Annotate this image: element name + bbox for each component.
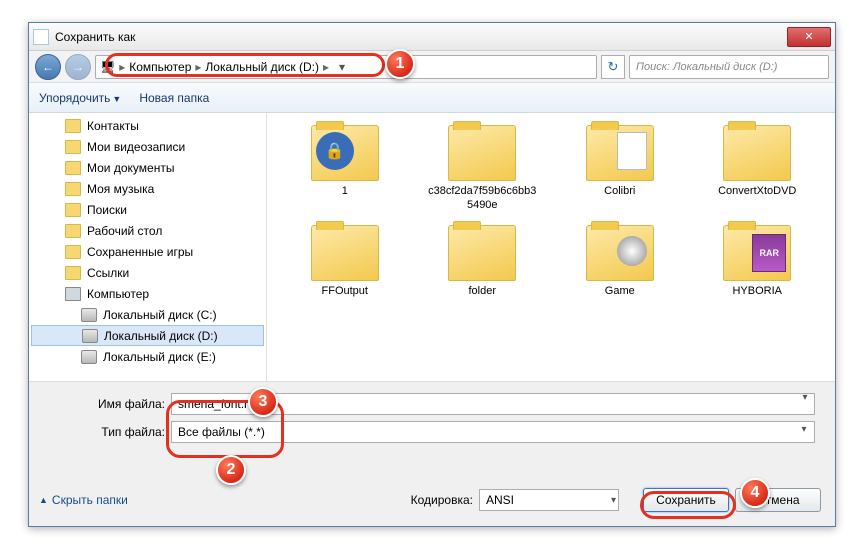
tree-item[interactable]: Мои документы: [29, 157, 266, 178]
encoding-select[interactable]: ANSI▾: [479, 489, 619, 511]
breadcrumb[interactable]: 🖥 ▸ Компьютер ▸ Локальный диск (D:) ▸ ▾: [95, 55, 597, 79]
tree-item[interactable]: Ссылки: [29, 262, 266, 283]
tree-item-label: Ссылки: [87, 266, 129, 280]
body-area: Контакты Мои видеозаписи Мои документы Моя …: [29, 113, 835, 403]
folder-label: c38cf2da7f59b6c6bb35490e: [427, 185, 537, 213]
tree-item-label: Локальный диск (E:): [103, 350, 216, 364]
annotation-marker-4: 4: [740, 478, 770, 508]
folder-icon: [586, 225, 654, 281]
folder-icon: [448, 125, 516, 181]
annotation-marker-3: 3: [248, 387, 278, 417]
nav-bar: ← → 🖥 ▸ Компьютер ▸ Локальный диск (D:) …: [29, 51, 835, 83]
tree-item-label: Рабочий стол: [87, 224, 162, 238]
folder-item[interactable]: c38cf2da7f59b6c6bb35490e: [419, 123, 547, 215]
close-button[interactable]: ✕: [787, 27, 831, 47]
hide-folders-toggle[interactable]: ▲Скрыть папки: [39, 493, 128, 507]
drive-icon: [81, 350, 97, 364]
folder-icon: [65, 245, 81, 259]
folder-item[interactable]: FFOutput: [281, 223, 409, 301]
folder-icon: [586, 125, 654, 181]
tree-item[interactable]: Мои видеозаписи: [29, 136, 266, 157]
new-folder-button[interactable]: Новая папка: [139, 91, 209, 105]
back-button[interactable]: ←: [35, 54, 61, 80]
tree-item-label: Компьютер: [87, 287, 149, 301]
toolbar: Упорядочить▼ Новая папка: [29, 83, 835, 113]
folder-icon: [65, 140, 81, 154]
tree-item[interactable]: Локальный диск (C:): [29, 304, 266, 325]
folder-icon: [65, 203, 81, 217]
folder-icon: [65, 224, 81, 238]
filename-label: Имя файла:: [77, 397, 165, 411]
tree-item[interactable]: Локальный диск (D:): [31, 325, 264, 346]
tree-item-label: Мои видеозаписи: [87, 140, 185, 154]
tree-item-label: Поиски: [87, 203, 127, 217]
tree-item[interactable]: Моя музыка: [29, 178, 266, 199]
chevron-right-icon: ▸: [195, 60, 201, 74]
folder-icon: [723, 125, 791, 181]
refresh-button[interactable]: ↻: [601, 55, 625, 79]
tree-item-label: Моя музыка: [87, 182, 154, 196]
folder-label: FFOutput: [322, 285, 368, 299]
folder-icon: [65, 161, 81, 175]
folder-icon: [311, 225, 379, 281]
nav-tree: Контакты Мои видеозаписи Мои документы Моя …: [29, 113, 267, 403]
file-list: 1 c38cf2da7f59b6c6bb35490e Colibri ConvertX…: [267, 113, 835, 403]
folder-label: folder: [468, 285, 496, 299]
folder-item[interactable]: folder: [419, 223, 547, 301]
tree-item[interactable]: Компьютер: [29, 283, 266, 304]
folder-label: Colibri: [604, 185, 635, 199]
tree-item[interactable]: Рабочий стол: [29, 220, 266, 241]
tree-item-label: Контакты: [87, 119, 139, 133]
search-input[interactable]: Поиск: Локальный диск (D:): [629, 55, 829, 79]
tree-item-label: Локальный диск (D:): [104, 329, 218, 343]
folder-label: Game: [605, 285, 635, 299]
folder-icon: [65, 182, 81, 196]
titlebar: Сохранить как ✕: [29, 23, 835, 51]
save-as-dialog: Сохранить как ✕ ← → 🖥 ▸ Компьютер ▸ Лока…: [28, 22, 836, 527]
drive-icon: [81, 308, 97, 322]
annotation-marker-1: 1: [385, 49, 415, 79]
folder-item[interactable]: ConvertXtoDVD: [694, 123, 822, 215]
tree-item-label: Мои документы: [87, 161, 174, 175]
chevron-right-icon: ▸: [119, 60, 125, 74]
chevron-right-icon: ▸: [323, 60, 329, 74]
breadcrumb-icon: 🖥: [100, 60, 115, 74]
filetype-label: Тип файла:: [77, 425, 165, 439]
folder-item[interactable]: Game: [556, 223, 684, 301]
organize-menu[interactable]: Упорядочить▼: [39, 91, 121, 105]
save-button[interactable]: Сохранить: [643, 488, 729, 512]
tree-item[interactable]: Поиски: [29, 199, 266, 220]
app-icon: [33, 29, 49, 45]
breadcrumb-computer[interactable]: Компьютер: [129, 60, 191, 74]
folder-icon: [311, 125, 379, 181]
drive-icon: [82, 329, 98, 343]
forward-button[interactable]: →: [65, 54, 91, 80]
folder-item[interactable]: HYBORIA: [694, 223, 822, 301]
tree-item[interactable]: Сохраненные игры: [29, 241, 266, 262]
folder-label: HYBORIA: [732, 285, 782, 299]
encoding-label: Кодировка:: [411, 493, 473, 507]
folder-label: 1: [342, 185, 348, 199]
folder-icon: [65, 266, 81, 280]
folder-icon: [65, 119, 81, 133]
filetype-select[interactable]: Все файлы (*.*)▾: [171, 421, 815, 443]
tree-item[interactable]: Локальный диск (E:): [29, 346, 266, 367]
window-title: Сохранить как: [55, 30, 787, 44]
folder-item[interactable]: 1: [281, 123, 409, 215]
annotation-marker-2: 2: [216, 455, 246, 485]
computer-icon: [65, 287, 81, 301]
folder-label: ConvertXtoDVD: [718, 185, 796, 199]
breadcrumb-drive[interactable]: Локальный диск (D:): [205, 60, 319, 74]
folder-icon: [723, 225, 791, 281]
folder-icon: [448, 225, 516, 281]
tree-item-label: Сохраненные игры: [87, 245, 193, 259]
tree-item-label: Локальный диск (C:): [103, 308, 217, 322]
folder-item[interactable]: Colibri: [556, 123, 684, 215]
breadcrumb-dropdown[interactable]: ▾: [333, 60, 351, 74]
bottom-panel: Имя файла: smena_font.reg▾ Тип файла: Вс…: [29, 381, 835, 526]
tree-item[interactable]: Контакты: [29, 115, 266, 136]
